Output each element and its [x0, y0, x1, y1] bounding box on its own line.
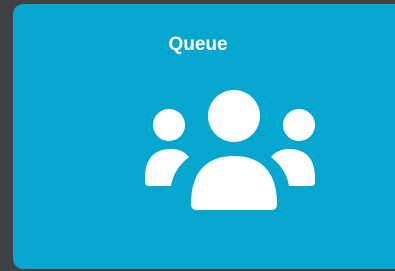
left-person-head	[153, 109, 185, 141]
left-person-body	[145, 149, 189, 186]
users-group-icon	[145, 90, 315, 210]
center-person-head	[208, 90, 260, 142]
tile-title: Queue	[168, 34, 228, 55]
right-person-head	[283, 109, 315, 141]
page: Queue	[0, 0, 395, 271]
right-person-body	[271, 149, 315, 186]
queue-tile[interactable]: Queue	[13, 4, 395, 269]
center-person-body	[191, 156, 277, 210]
